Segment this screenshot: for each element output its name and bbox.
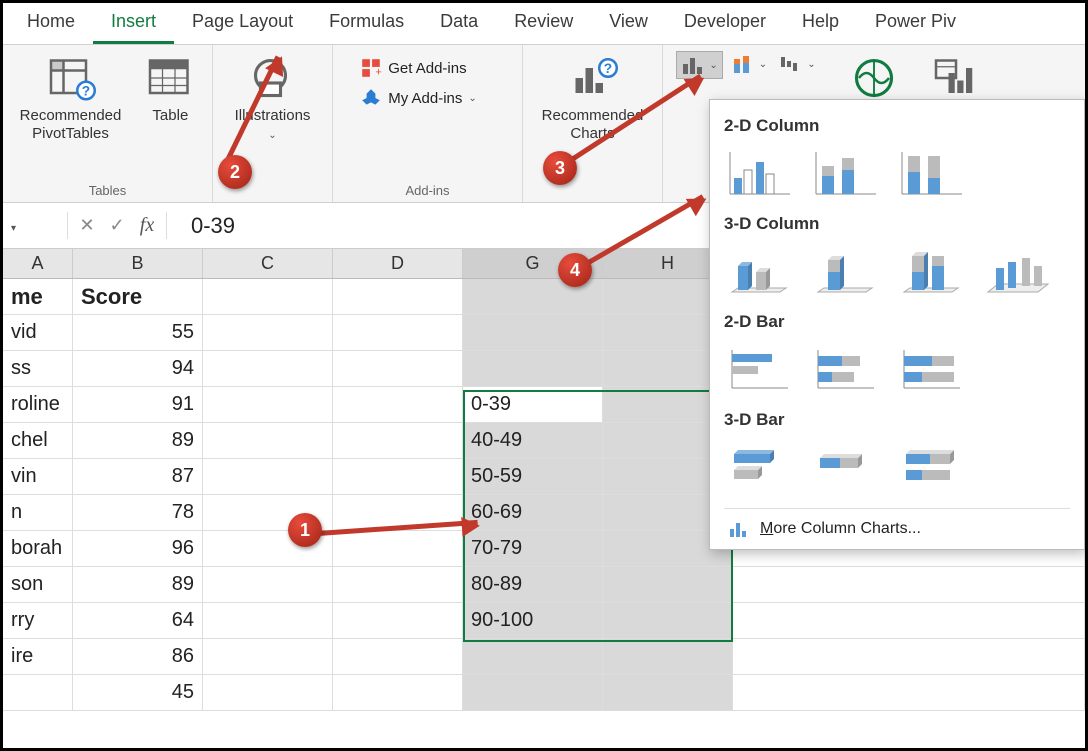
cell[interactable]: 0-39 — [463, 387, 603, 423]
globe-icon — [849, 53, 899, 103]
get-addins-button[interactable]: + Get Add-ins — [356, 55, 470, 81]
recommended-pivottables-label: Recommended PivotTables — [20, 107, 122, 143]
tab-power-pivot[interactable]: Power Piv — [857, 3, 974, 44]
3d-stacked-column-thumb[interactable] — [810, 244, 882, 298]
tab-view[interactable]: View — [591, 3, 666, 44]
enter-button[interactable]: ✓ — [102, 215, 132, 236]
tab-page-layout[interactable]: Page Layout — [174, 3, 311, 44]
cell[interactable]: 40-49 — [463, 423, 603, 459]
col-header-A[interactable]: A — [3, 249, 73, 278]
table-icon — [145, 53, 195, 103]
3d-clustered-column-thumb[interactable] — [724, 244, 796, 298]
table-row: rry 64 90-100 — [3, 603, 1085, 639]
group-recommended-charts: ? Recommended Charts — [523, 45, 663, 202]
3d-100-stacked-column-thumb[interactable] — [896, 244, 968, 298]
col-header-B[interactable]: B — [73, 249, 203, 278]
section-3d-bar: 3-D Bar — [724, 410, 1070, 430]
3d-clustered-bar-thumb[interactable] — [724, 440, 796, 494]
cell[interactable]: 60-69 — [463, 495, 603, 531]
pivotchart-icon — [931, 53, 981, 103]
100-stacked-bar-thumb[interactable] — [896, 342, 968, 396]
ribbon-tabs: Home Insert Page Layout Formulas Data Re… — [3, 3, 1085, 45]
more-column-charts-button[interactable]: More Column Charts... — [724, 508, 1070, 543]
table-row: son 89 80-89 — [3, 567, 1085, 603]
annotation-marker-3: 3 — [543, 151, 577, 185]
insert-function-button[interactable]: fx — [132, 214, 162, 237]
get-addins-icon: + — [360, 57, 382, 79]
table-button[interactable]: Table — [139, 49, 201, 129]
3d-column-thumb[interactable] — [982, 244, 1054, 298]
group-addins-label: Add-ins — [405, 181, 449, 200]
annotation-marker-1: 1 — [288, 513, 322, 547]
clustered-column-thumb[interactable] — [724, 146, 796, 200]
table-label: Table — [152, 107, 188, 125]
recommended-pivottables-button[interactable]: ? Recommended PivotTables — [14, 49, 128, 147]
stacked-column-thumb[interactable] — [810, 146, 882, 200]
annotation-marker-2: 2 — [218, 155, 252, 189]
3d-stacked-bar-thumb[interactable] — [810, 440, 882, 494]
get-addins-label: Get Add-ins — [388, 60, 466, 77]
chevron-down-icon: ⌄ — [807, 59, 815, 70]
col-header-D[interactable]: D — [333, 249, 463, 278]
annotation-marker-4: 4 — [558, 253, 592, 287]
cell[interactable]: Score — [73, 279, 203, 315]
my-addins-label: My Add-ins — [388, 90, 462, 107]
tab-review[interactable]: Review — [496, 3, 591, 44]
svg-text:+: + — [376, 67, 382, 79]
recommended-charts-button[interactable]: ? Recommended Charts — [536, 49, 650, 147]
col-header-C[interactable]: C — [203, 249, 333, 278]
group-addins: + Get Add-ins My Add-ins ⌄ V b Add-ins — [333, 45, 523, 202]
3d-100-stacked-bar-thumb[interactable] — [896, 440, 968, 494]
chevron-down-icon: ⌄ — [268, 130, 276, 141]
name-box[interactable]: ▾ — [3, 214, 63, 238]
section-3d-column: 3-D Column — [724, 214, 1070, 234]
chevron-down-icon: ⌄ — [468, 93, 476, 104]
tab-formulas[interactable]: Formulas — [311, 3, 422, 44]
waterfall-chart-dropdown[interactable]: ⌄ — [775, 51, 819, 77]
my-addins-icon — [360, 87, 382, 109]
tab-help[interactable]: Help — [784, 3, 857, 44]
cancel-button[interactable]: ✕ — [72, 215, 102, 236]
section-2d-bar: 2-D Bar — [724, 312, 1070, 332]
stacked-bar-thumb[interactable] — [810, 342, 882, 396]
cell[interactable]: 90-100 — [463, 603, 603, 639]
clustered-bar-thumb[interactable] — [724, 342, 796, 396]
table-row: 45 — [3, 675, 1085, 711]
cell[interactable]: me — [3, 279, 73, 315]
group-tables: ? Recommended PivotTables Table Tables — [3, 45, 213, 202]
svg-text:?: ? — [81, 84, 89, 99]
100-stacked-column-thumb[interactable] — [896, 146, 968, 200]
stacked-chart-dropdown[interactable]: ⌄ — [727, 51, 771, 77]
group-tables-label: Tables — [89, 181, 127, 200]
formula-bar-value[interactable]: 0-39 — [171, 209, 255, 243]
recommended-charts-icon: ? — [568, 53, 618, 103]
cell[interactable]: 50-59 — [463, 459, 603, 495]
cell[interactable]: 80-89 — [463, 567, 603, 603]
column-chart-icon — [728, 519, 750, 539]
chevron-down-icon: ⌄ — [759, 59, 767, 70]
pivottable-icon: ? — [46, 53, 96, 103]
tab-insert[interactable]: Insert — [93, 3, 174, 44]
section-2d-column: 2-D Column — [724, 116, 1070, 136]
tab-data[interactable]: Data — [422, 3, 496, 44]
svg-text:?: ? — [603, 61, 611, 76]
chevron-down-icon: ⌄ — [709, 60, 717, 71]
chart-type-panel: 2-D Column 3-D Column 2-D Bar — [709, 99, 1085, 550]
my-addins-button[interactable]: My Add-ins ⌄ — [356, 85, 481, 111]
tab-home[interactable]: Home — [9, 3, 93, 44]
tab-developer[interactable]: Developer — [666, 3, 784, 44]
cell[interactable]: 70-79 — [463, 531, 603, 567]
table-row: ire 86 — [3, 639, 1085, 675]
